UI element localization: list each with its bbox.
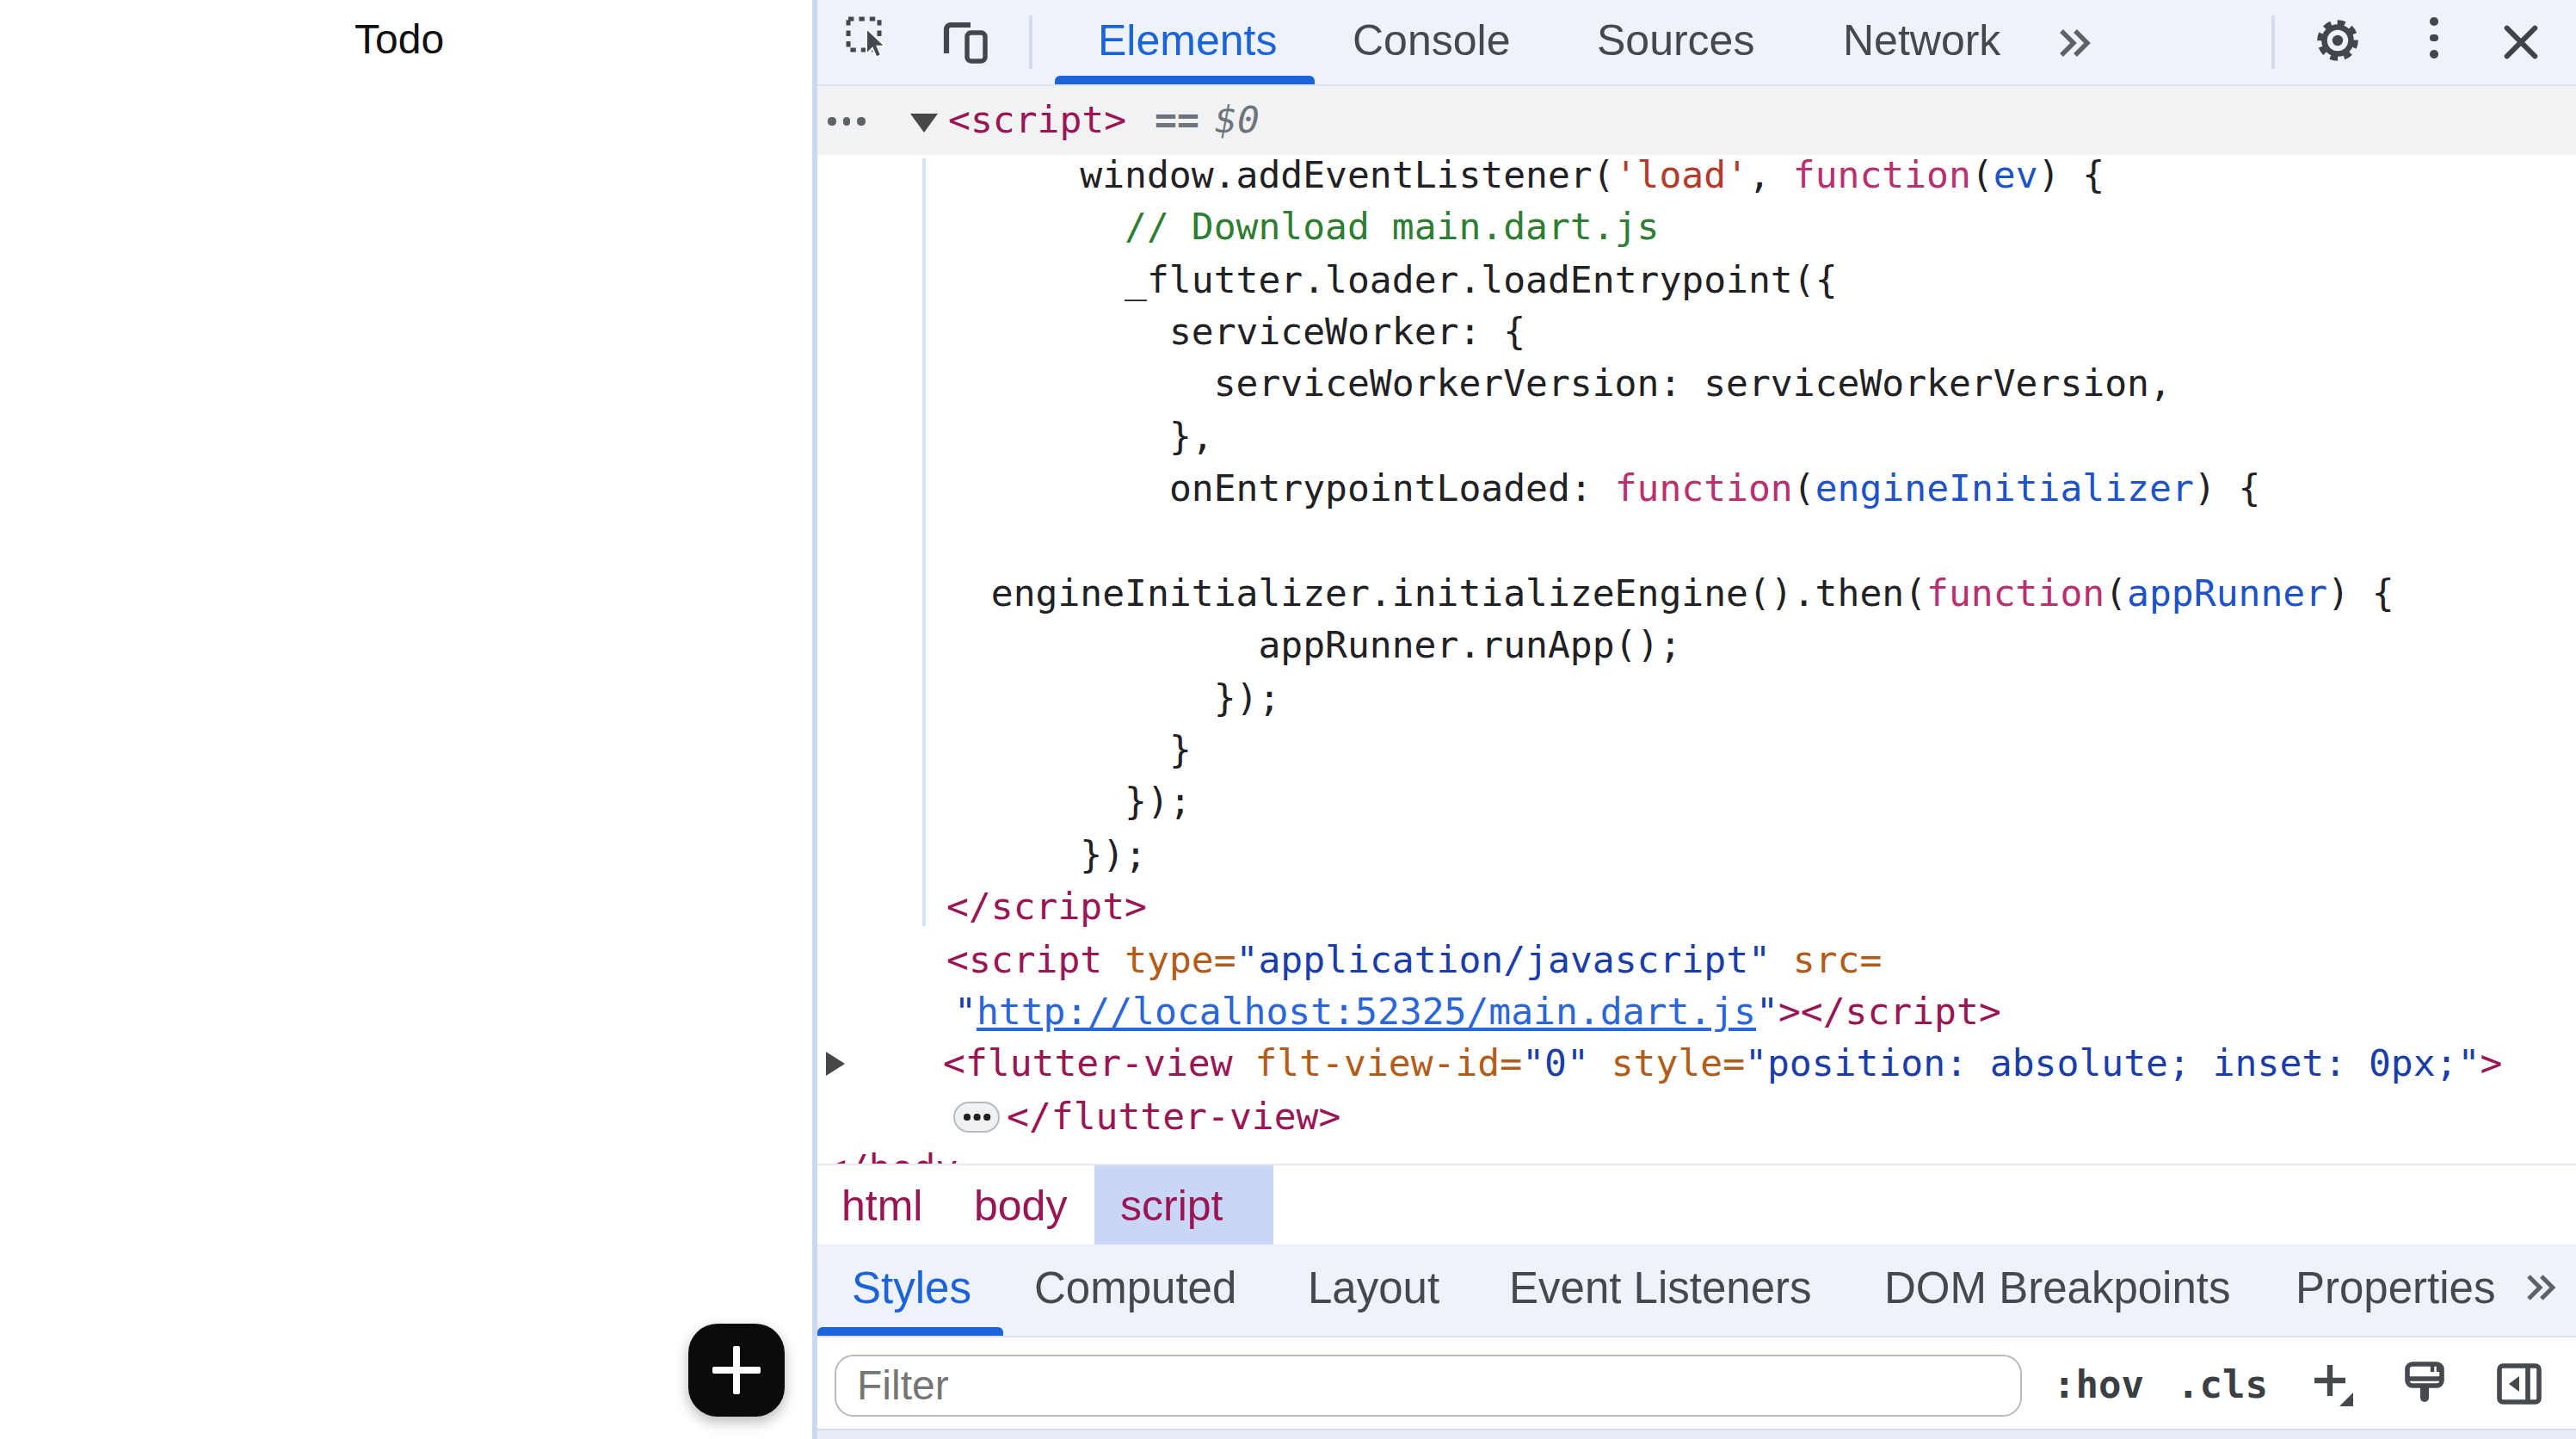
code-line[interactable]: },: [817, 411, 2576, 464]
devtools-toolbar: Elements Console Sources Network: [817, 0, 2576, 86]
breadcrumb-html[interactable]: html: [841, 1165, 922, 1246]
breadcrumb-body[interactable]: body: [974, 1165, 1067, 1246]
code-line[interactable]: </script>: [817, 882, 2576, 935]
page-title: Todo: [354, 14, 444, 65]
indent-guide-line: [922, 158, 926, 926]
collapsed-content-icon[interactable]: [953, 1102, 1000, 1133]
more-sidebar-tabs-icon[interactable]: [2517, 1265, 2562, 1310]
settings-gear-icon[interactable]: [2313, 15, 2363, 65]
tab-elements[interactable]: Elements: [1098, 0, 1277, 77]
code-line[interactable]: <flutter-view flt-view-id="0" style="pos…: [817, 1039, 2576, 1091]
code-line[interactable]: });: [817, 830, 2576, 882]
code-line[interactable]: window.addEventListener('load', function…: [817, 150, 2576, 202]
bottom-strip: [817, 1429, 2576, 1439]
new-style-rule-icon[interactable]: [2302, 1356, 2357, 1411]
sidebar-tab-layout[interactable]: Layout: [1308, 1244, 1439, 1329]
code-line[interactable]: // Download main.dart.js: [817, 201, 2576, 254]
hover-state-toggle[interactable]: :hov: [2053, 1337, 2144, 1429]
kebab-menu-icon[interactable]: [2430, 17, 2438, 65]
breadcrumb: html body script: [817, 1164, 2576, 1244]
toolbar-separator: [2271, 15, 2275, 69]
rendering-brush-icon[interactable]: [2399, 1358, 2450, 1410]
code-line[interactable]: });: [817, 672, 2576, 725]
more-tabs-icon[interactable]: [2049, 19, 2098, 67]
code-line[interactable]: serviceWorker: {: [817, 306, 2576, 359]
node-more-icon[interactable]: [828, 117, 866, 126]
code-line[interactable]: appRunner.runApp();: [817, 621, 2576, 673]
tab-network[interactable]: Network: [1843, 0, 2000, 77]
code-line[interactable]: </flutter-view>: [817, 1091, 2576, 1144]
code-line[interactable]: }: [817, 725, 2576, 777]
tab-console[interactable]: Console: [1353, 0, 1510, 77]
add-todo-fab[interactable]: [688, 1324, 785, 1417]
code-line[interactable]: });: [817, 777, 2576, 830]
selected-tab-underline: [1055, 76, 1315, 84]
equals-sign: ==: [1155, 86, 1199, 155]
sidebar-toggle-icon[interactable]: [2493, 1358, 2545, 1410]
dom-tree-code[interactable]: window.addEventListener('load', function…: [817, 150, 2576, 1196]
class-toggle[interactable]: .cls: [2177, 1337, 2268, 1429]
sidebar-tab-dom-breakpoints[interactable]: DOM Breakpoints: [1884, 1244, 2231, 1329]
selected-node-tag[interactable]: <script>: [948, 86, 1126, 155]
inspect-icon[interactable]: [845, 15, 893, 64]
dollar-zero: $0: [1215, 86, 1260, 155]
expand-arrow-icon[interactable]: [826, 1053, 845, 1077]
selected-node-row[interactable]: <script> == $0: [817, 86, 2576, 155]
expand-caret-icon[interactable]: [910, 114, 938, 133]
code-line[interactable]: serviceWorkerVersion: serviceWorkerVersi…: [817, 359, 2576, 411]
devtools-panel: Elements Console Sources Network: [817, 0, 2576, 1439]
code-line[interactable]: "http://localhost:52325/main.dart.js"></…: [817, 986, 2576, 1039]
toolbar-separator: [1029, 15, 1032, 69]
close-icon[interactable]: [2499, 21, 2543, 65]
code-line[interactable]: [817, 516, 2576, 568]
styles-filter-row: :hov .cls: [817, 1337, 2576, 1429]
sidebar-tab-computed[interactable]: Computed: [1034, 1244, 1236, 1329]
sidebar-tab-properties[interactable]: Properties: [2296, 1244, 2495, 1329]
code-line[interactable]: _flutter.loader.loadEntrypoint({: [817, 254, 2576, 306]
styles-filter-input[interactable]: [835, 1355, 2022, 1417]
device-toolbar-icon[interactable]: [940, 15, 991, 67]
sidebar-tab-styles[interactable]: Styles: [852, 1244, 971, 1329]
code-line[interactable]: onEntrypointLoaded: function(engineIniti…: [817, 463, 2576, 516]
tab-sources[interactable]: Sources: [1597, 0, 1754, 77]
breadcrumb-script[interactable]: script: [1120, 1165, 1223, 1246]
code-line[interactable]: <script type="application/javascript" sr…: [817, 934, 2576, 986]
sidebar-tab-event-listeners[interactable]: Event Listeners: [1509, 1244, 1812, 1329]
sidebar-tabs: Styles Computed Layout Event Listeners DOM B…: [817, 1244, 2576, 1337]
code-line[interactable]: engineInitializer.initializeEngine().the…: [817, 568, 2576, 621]
